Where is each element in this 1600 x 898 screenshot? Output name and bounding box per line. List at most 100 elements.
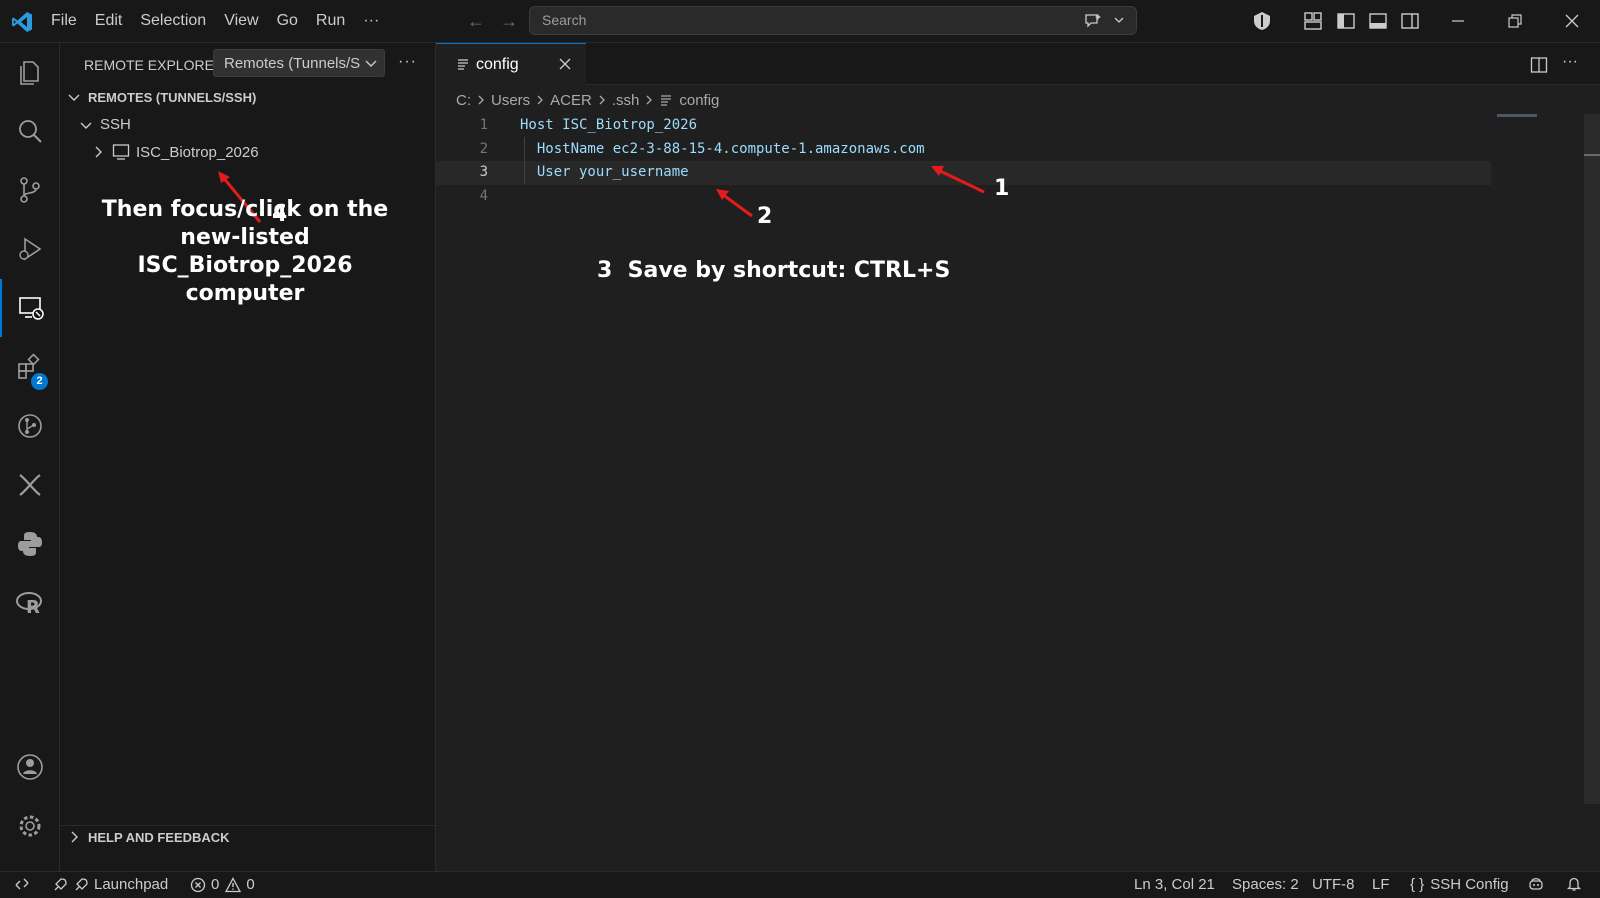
remote-indicator[interactable]	[14, 876, 35, 892]
help-feedback-section-header[interactable]: HELP AND FEEDBACK	[66, 829, 230, 845]
breadcrumb-item[interactable]: config	[679, 92, 719, 109]
customize-layout-icon[interactable]	[1303, 11, 1323, 31]
menu-more[interactable]: ···	[354, 0, 388, 42]
remote-explorer-icon	[18, 297, 44, 320]
minimap[interactable]	[1497, 114, 1537, 117]
files-icon	[19, 61, 39, 85]
close-icon[interactable]	[558, 57, 572, 71]
remotes-selector[interactable]: Remotes (Tunnels/SSH)	[213, 49, 385, 77]
warning-icon	[225, 876, 242, 892]
line-number: 2	[479, 140, 488, 157]
forward-arrow-icon[interactable]: →	[499, 11, 519, 31]
breadcrumb-item[interactable]: C:	[456, 92, 471, 109]
chat-icon[interactable]	[1084, 12, 1102, 30]
language-mode[interactable]: { } SSH Config	[1410, 876, 1509, 893]
back-arrow-icon[interactable]: ←	[466, 11, 486, 31]
gitlens-button[interactable]	[0, 397, 59, 455]
search-icon	[18, 120, 42, 143]
rocket-icon	[75, 877, 88, 890]
toggle-secondary-sidebar-icon[interactable]	[1400, 11, 1420, 31]
chevron-right-icon	[537, 95, 544, 105]
chevron-right-icon	[646, 95, 653, 105]
chevron-down-icon[interactable]	[1112, 13, 1126, 27]
menu-selection[interactable]: Selection	[131, 0, 215, 42]
explorer-button[interactable]	[0, 43, 59, 101]
annotation-arrow-1	[931, 166, 985, 194]
line-number: 3	[479, 164, 488, 180]
toggle-panel-icon[interactable]	[1368, 11, 1388, 31]
sidebar-title: REMOTE EXPLORER	[84, 57, 225, 73]
end-of-line[interactable]: LF	[1372, 876, 1390, 893]
ssh-group-label: SSH	[100, 116, 131, 133]
tab-config[interactable]: config	[436, 43, 586, 85]
r-language-button[interactable]: R	[0, 574, 59, 632]
liveshare-icon	[18, 474, 41, 496]
cursor-position[interactable]: Ln 3, Col 21	[1134, 876, 1215, 893]
problems-item[interactable]: 0 0	[190, 876, 255, 893]
monitor-icon	[112, 144, 130, 160]
menu-file[interactable]: File	[42, 0, 86, 42]
tab-label: config	[476, 56, 519, 73]
toggle-primary-sidebar-icon[interactable]	[1336, 11, 1356, 31]
ssh-host-item[interactable]: ISC_Biotrop_2026	[90, 143, 259, 161]
code-line: 1 Host ISC_Biotrop_2026	[436, 114, 1536, 138]
liveshare-button[interactable]	[0, 456, 59, 514]
code-line: 2 HostName ec2-3-88-15-4.compute-1.amazo…	[436, 138, 1536, 162]
error-count: 0	[211, 876, 220, 893]
file-lines-icon	[458, 59, 468, 70]
breadcrumb-item[interactable]: ACER	[550, 92, 592, 109]
remotes-section-header[interactable]: REMOTES (TUNNELS/SSH)	[66, 89, 256, 105]
command-center-search[interactable]: Search	[529, 6, 1137, 35]
menu-edit[interactable]: Edit	[86, 0, 132, 42]
remote-explorer-button[interactable]	[0, 279, 59, 337]
activity-bar: 2 R	[0, 43, 60, 871]
menu-go[interactable]: Go	[268, 0, 307, 42]
split-editor-icon[interactable]	[1530, 56, 1548, 74]
source-control-icon	[19, 177, 40, 203]
chevron-right-icon	[71, 831, 78, 843]
breadcrumb-item[interactable]: .ssh	[612, 92, 640, 109]
python-button[interactable]	[0, 515, 59, 573]
extensions-button[interactable]: 2	[0, 338, 59, 396]
source-control-button[interactable]	[0, 161, 59, 219]
status-bar: Launchpad 0 0 Ln 3, Col 21 Spaces: 2 UTF…	[0, 871, 1600, 898]
editor-more-button[interactable]: ···	[1562, 53, 1582, 71]
line-text: User your_username	[520, 164, 689, 180]
rocket-icon	[54, 877, 67, 890]
warning-count: 0	[246, 876, 255, 893]
breadcrumb: C: Users ACER .ssh config	[456, 90, 719, 110]
run-debug-icon	[18, 237, 41, 261]
scrollbar-thumb[interactable]	[1584, 154, 1600, 156]
vertical-scrollbar[interactable]	[1584, 114, 1600, 804]
ssh-host-label: ISC_Biotrop_2026	[136, 143, 259, 161]
manage-button[interactable]	[0, 797, 59, 855]
run-debug-button[interactable]	[0, 220, 59, 278]
minimize-icon[interactable]	[1448, 11, 1468, 31]
indentation[interactable]: Spaces: 2	[1232, 876, 1299, 893]
accounts-shield-icon[interactable]	[1252, 11, 1272, 31]
ssh-group[interactable]: SSH	[78, 116, 131, 133]
line-number: 1	[479, 117, 488, 133]
breadcrumb-item[interactable]: Users	[491, 92, 530, 109]
accounts-button[interactable]	[0, 738, 59, 796]
menu-bar: File Edit Selection View Go Run ···	[42, 0, 388, 42]
notifications[interactable]	[1566, 876, 1587, 892]
sidebar-more-button[interactable]: ···	[398, 53, 417, 71]
indent-guide	[524, 137, 525, 184]
remote-icon	[15, 878, 29, 890]
restore-icon[interactable]	[1505, 11, 1525, 31]
menu-run[interactable]: Run	[307, 0, 354, 42]
encoding[interactable]: UTF-8	[1312, 876, 1355, 893]
annotation-number-2: 2	[757, 204, 773, 229]
account-icon	[16, 754, 43, 780]
close-window-icon[interactable]	[1562, 11, 1582, 31]
search-button[interactable]	[0, 102, 59, 160]
menu-view[interactable]: View	[215, 0, 267, 42]
python-icon	[17, 532, 42, 556]
extensions-badge: 2	[31, 373, 48, 390]
copilot-status[interactable]	[1528, 876, 1549, 892]
launchpad-item[interactable]: Launchpad	[52, 876, 168, 893]
line-number: 4	[479, 187, 488, 204]
title-bar: File Edit Selection View Go Run ··· ← → …	[0, 0, 1600, 43]
chevron-right-icon	[599, 95, 605, 105]
